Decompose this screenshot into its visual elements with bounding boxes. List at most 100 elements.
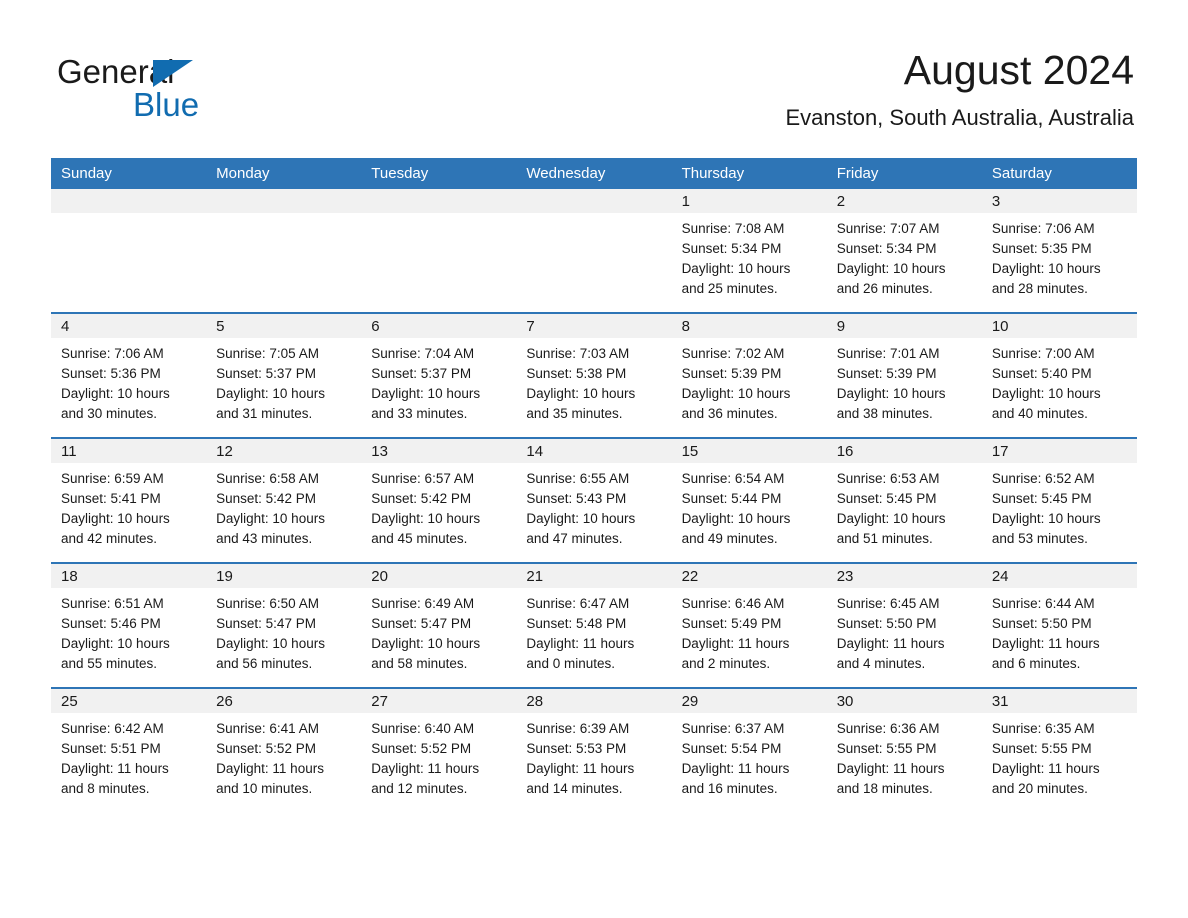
sunset-time: Sunset: 5:52 PM bbox=[371, 741, 472, 756]
calendar-day-cell[interactable]: 14 Sunrise: 6:55 AM Sunset: 5:43 PM Dayligh… bbox=[516, 437, 672, 563]
day-number: 11 bbox=[51, 439, 207, 463]
sunset-time: Sunset: 5:46 PM bbox=[61, 616, 161, 631]
calendar-day-cell[interactable]: 4 Sunrise: 7:06 AM Sunset: 5:36 PM Daylight… bbox=[51, 312, 207, 438]
logo-text-blue: Blue bbox=[133, 86, 200, 123]
day-number: 23 bbox=[826, 564, 982, 588]
daylight-duration-line2: and 4 minutes. bbox=[836, 656, 926, 671]
day-number: 2 bbox=[826, 189, 982, 213]
page-header: General Blue August 2024 Evanston, South… bbox=[0, 0, 1188, 158]
day-cell-inner: 2 Sunrise: 7:07 AM Sunset: 5:34 PM Daylight… bbox=[826, 189, 982, 312]
day-details: Sunrise: 7:04 AM Sunset: 5:37 PM Daylight:… bbox=[361, 338, 516, 424]
daylight-duration-line1: Daylight: 10 hours bbox=[836, 261, 946, 276]
day-details: Sunrise: 6:55 AM Sunset: 5:43 PM Daylight:… bbox=[516, 463, 671, 549]
daylight-duration-line2: and 43 minutes. bbox=[216, 531, 313, 546]
calendar-day-cell[interactable]: 7 Sunrise: 7:03 AM Sunset: 5:38 PM Daylight… bbox=[516, 312, 672, 438]
day-details: Sunrise: 6:49 AM Sunset: 5:47 PM Daylight:… bbox=[361, 588, 516, 674]
calendar-day-cell[interactable]: 8 Sunrise: 7:02 AM Sunset: 5:39 PM Daylight… bbox=[671, 312, 827, 438]
calendar-day-cell[interactable]: 19 Sunrise: 6:50 AM Sunset: 5:47 PM Dayligh… bbox=[206, 562, 362, 688]
daylight-duration-line2: and 49 minutes. bbox=[681, 531, 778, 546]
calendar-day-cell[interactable]: 3 Sunrise: 7:06 AM Sunset: 5:35 PM Daylight… bbox=[981, 189, 1137, 313]
day-number: 14 bbox=[516, 439, 672, 463]
calendar-day-cell[interactable]: 18 Sunrise: 6:51 AM Sunset: 5:46 PM Dayligh… bbox=[51, 562, 207, 688]
calendar-day-cell[interactable]: 22 Sunrise: 6:46 AM Sunset: 5:49 PM Dayligh… bbox=[671, 562, 827, 688]
sunset-time: Sunset: 5:45 PM bbox=[991, 491, 1092, 506]
calendar-day-cell[interactable]: 20 Sunrise: 6:49 AM Sunset: 5:47 PM Dayligh… bbox=[361, 562, 517, 688]
sunset-time: Sunset: 5:36 PM bbox=[61, 366, 161, 381]
calendar-day-cell[interactable]: 2 Sunrise: 7:07 AM Sunset: 5:34 PM Daylight… bbox=[826, 189, 982, 313]
daylight-duration-line2: and 33 minutes. bbox=[371, 406, 468, 421]
daylight-duration-line1: Daylight: 10 hours bbox=[991, 386, 1101, 401]
day-details: Sunrise: 6:36 AM Sunset: 5:55 PM Daylight:… bbox=[827, 713, 982, 799]
calendar-day-cell[interactable]: 15 Sunrise: 6:54 AM Sunset: 5:44 PM Dayligh… bbox=[671, 437, 827, 563]
day-number: 29 bbox=[671, 689, 827, 713]
weekday-header-tuesday: Tuesday bbox=[361, 158, 517, 189]
calendar-day-cell[interactable]: 23 Sunrise: 6:45 AM Sunset: 5:50 PM Dayligh… bbox=[826, 562, 982, 688]
daylight-duration-line1: Daylight: 10 hours bbox=[836, 386, 946, 401]
sunset-time: Sunset: 5:50 PM bbox=[836, 616, 937, 631]
calendar-day-cell[interactable]: 5 Sunrise: 7:05 AM Sunset: 5:37 PM Daylight… bbox=[206, 312, 362, 438]
calendar-day-cell[interactable]: 17 Sunrise: 6:52 AM Sunset: 5:45 PM Dayligh… bbox=[981, 437, 1137, 563]
calendar-week-row: 4 Sunrise: 7:06 AM Sunset: 5:36 PM Daylight… bbox=[51, 312, 1137, 438]
daylight-duration-line2: and 51 minutes. bbox=[836, 531, 933, 546]
general-blue-logo[interactable]: General Blue bbox=[57, 52, 317, 124]
day-number: 22 bbox=[671, 564, 827, 588]
calendar-cell-empty bbox=[361, 189, 517, 313]
day-details: Sunrise: 6:39 AM Sunset: 5:53 PM Daylight:… bbox=[516, 713, 671, 799]
sunrise-time: Sunrise: 6:50 AM bbox=[216, 596, 319, 611]
sunrise-time: Sunrise: 6:44 AM bbox=[991, 596, 1095, 611]
daylight-duration-line1: Daylight: 11 hours bbox=[991, 761, 1100, 776]
daylight-duration-line2: and 25 minutes. bbox=[681, 281, 778, 296]
sunrise-time: Sunrise: 7:05 AM bbox=[216, 346, 319, 361]
day-number bbox=[361, 189, 517, 213]
calendar-day-cell[interactable]: 11 Sunrise: 6:59 AM Sunset: 5:41 PM Dayligh… bbox=[51, 437, 207, 563]
day-number: 8 bbox=[671, 314, 827, 338]
daylight-duration-line1: Daylight: 10 hours bbox=[681, 386, 791, 401]
calendar-day-cell[interactable]: 30 Sunrise: 6:36 AM Sunset: 5:55 PM Dayligh… bbox=[826, 687, 982, 812]
sunrise-time: Sunrise: 6:35 AM bbox=[991, 721, 1095, 736]
daylight-duration-line2: and 56 minutes. bbox=[216, 656, 313, 671]
weekday-header-thursday: Thursday bbox=[671, 158, 827, 189]
logo-triangle-icon bbox=[153, 60, 193, 87]
day-number: 13 bbox=[361, 439, 517, 463]
daylight-duration-line1: Daylight: 10 hours bbox=[526, 511, 636, 526]
daylight-duration-line1: Daylight: 11 hours bbox=[526, 636, 635, 651]
weekday-header-sunday: Sunday bbox=[51, 158, 207, 189]
calendar-day-cell[interactable]: 21 Sunrise: 6:47 AM Sunset: 5:48 PM Dayligh… bbox=[516, 562, 672, 688]
day-details: Sunrise: 6:58 AM Sunset: 5:42 PM Daylight:… bbox=[206, 463, 361, 549]
calendar-day-cell[interactable]: 29 Sunrise: 6:37 AM Sunset: 5:54 PM Dayligh… bbox=[671, 687, 827, 812]
sunrise-time: Sunrise: 6:39 AM bbox=[526, 721, 630, 736]
sunrise-time: Sunrise: 6:55 AM bbox=[526, 471, 630, 486]
day-details: Sunrise: 6:42 AM Sunset: 5:51 PM Daylight:… bbox=[51, 713, 206, 799]
calendar-day-cell[interactable]: 26 Sunrise: 6:41 AM Sunset: 5:52 PM Dayligh… bbox=[206, 687, 362, 812]
day-cell-inner: 20 Sunrise: 6:49 AM Sunset: 5:47 PM Dayligh… bbox=[361, 564, 517, 687]
day-details: Sunrise: 7:02 AM Sunset: 5:39 PM Daylight:… bbox=[672, 338, 827, 424]
calendar-day-cell[interactable]: 13 Sunrise: 6:57 AM Sunset: 5:42 PM Dayligh… bbox=[361, 437, 517, 563]
calendar-day-cell[interactable]: 27 Sunrise: 6:40 AM Sunset: 5:52 PM Dayligh… bbox=[361, 687, 517, 812]
daylight-duration-line2: and 31 minutes. bbox=[216, 406, 313, 421]
calendar-day-cell[interactable]: 12 Sunrise: 6:58 AM Sunset: 5:42 PM Dayligh… bbox=[206, 437, 362, 563]
daylight-duration-line2: and 8 minutes. bbox=[61, 781, 150, 796]
sunset-time: Sunset: 5:39 PM bbox=[681, 366, 782, 381]
sunset-time: Sunset: 5:52 PM bbox=[216, 741, 316, 756]
calendar-day-cell[interactable]: 6 Sunrise: 7:04 AM Sunset: 5:37 PM Daylight… bbox=[361, 312, 517, 438]
calendar-day-cell[interactable]: 1 Sunrise: 7:08 AM Sunset: 5:34 PM Daylight… bbox=[671, 189, 827, 313]
day-details: Sunrise: 6:51 AM Sunset: 5:46 PM Daylight:… bbox=[51, 588, 206, 674]
calendar-day-cell[interactable]: 28 Sunrise: 6:39 AM Sunset: 5:53 PM Dayligh… bbox=[516, 687, 672, 812]
day-number: 20 bbox=[361, 564, 517, 588]
weekday-header-saturday: Saturday bbox=[981, 158, 1137, 189]
daylight-duration-line1: Daylight: 10 hours bbox=[216, 386, 325, 401]
calendar-day-cell[interactable]: 31 Sunrise: 6:35 AM Sunset: 5:55 PM Dayligh… bbox=[981, 687, 1137, 812]
weekday-header-wednesday: Wednesday bbox=[516, 158, 672, 189]
calendar-day-cell[interactable]: 25 Sunrise: 6:42 AM Sunset: 5:51 PM Dayligh… bbox=[51, 687, 207, 812]
day-number: 12 bbox=[206, 439, 362, 463]
calendar-day-cell[interactable]: 9 Sunrise: 7:01 AM Sunset: 5:39 PM Daylight… bbox=[826, 312, 982, 438]
daylight-duration-line1: Daylight: 11 hours bbox=[836, 636, 945, 651]
daylight-duration-line2: and 2 minutes. bbox=[681, 656, 771, 671]
day-cell-inner: 28 Sunrise: 6:39 AM Sunset: 5:53 PM Dayligh… bbox=[516, 689, 672, 812]
sunset-time: Sunset: 5:37 PM bbox=[216, 366, 316, 381]
daylight-duration-line1: Daylight: 11 hours bbox=[216, 761, 324, 776]
calendar-day-cell[interactable]: 10 Sunrise: 7:00 AM Sunset: 5:40 PM Dayligh… bbox=[981, 312, 1137, 438]
day-cell-inner: 11 Sunrise: 6:59 AM Sunset: 5:41 PM Dayligh… bbox=[51, 439, 207, 562]
calendar-day-cell[interactable]: 16 Sunrise: 6:53 AM Sunset: 5:45 PM Dayligh… bbox=[826, 437, 982, 563]
calendar-day-cell[interactable]: 24 Sunrise: 6:44 AM Sunset: 5:50 PM Dayligh… bbox=[981, 562, 1137, 688]
